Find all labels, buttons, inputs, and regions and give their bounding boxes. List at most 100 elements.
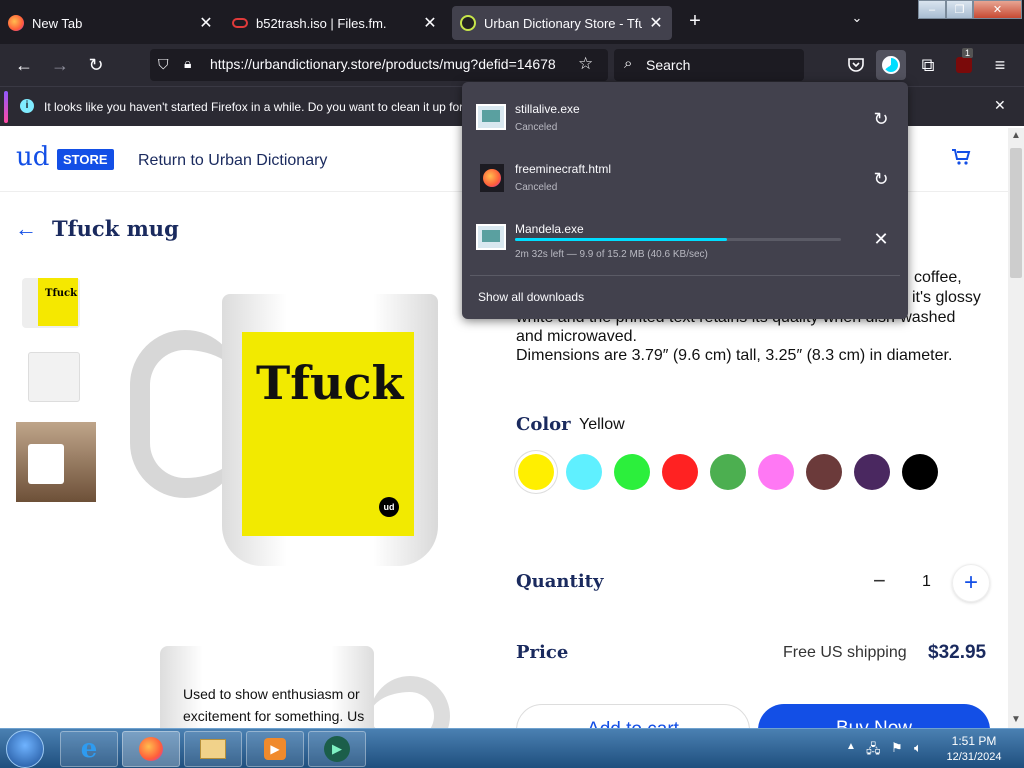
minimize-button[interactable]: –: [918, 0, 946, 19]
tab-bar: New Tab ✕ b52trash.iso | Files.fm. ✕ Urb…: [0, 0, 1024, 44]
download-item[interactable]: stillalive.exe Canceled ↻: [470, 90, 900, 148]
downloads-icon[interactable]: [876, 50, 906, 80]
executable-file-icon: [476, 224, 506, 250]
thumbnail-lifestyle[interactable]: [16, 422, 96, 502]
url-bar[interactable]: ⛉ 🔒︎ https://urbandictionary.store/produ…: [150, 49, 608, 81]
color-value: Yellow: [579, 416, 625, 433]
download-item[interactable]: Mandela.exe 2m 32s left — 9.9 of 15.2 MB…: [470, 210, 900, 268]
taskbar-internet-explorer-icon[interactable]: e: [60, 731, 118, 767]
retry-icon[interactable]: ↻: [870, 108, 892, 130]
secondary-product-image[interactable]: Used to show enthusiasm or excitement fo…: [160, 646, 460, 728]
color-label: Color: [516, 414, 571, 435]
close-icon[interactable]: ✕: [994, 97, 1006, 114]
menu-icon[interactable]: ≡: [987, 52, 1013, 78]
info-icon: i: [20, 99, 34, 113]
scroll-down-icon[interactable]: ▼: [1011, 714, 1021, 725]
volume-muted-icon[interactable]: 🔈︎: [914, 740, 922, 756]
tab-new-tab[interactable]: New Tab ✕: [0, 6, 222, 40]
show-hidden-icons-icon[interactable]: ▲: [846, 741, 856, 752]
search-bar[interactable]: ⌕ Search: [614, 49, 804, 81]
color-swatch[interactable]: [614, 454, 650, 490]
back-arrow-icon[interactable]: ←: [15, 216, 37, 242]
forward-arrow-icon[interactable]: →: [47, 52, 73, 78]
color-swatch[interactable]: [854, 454, 890, 490]
action-center-flag-icon[interactable]: ⚑: [891, 740, 903, 756]
search-icon: ⌕: [624, 55, 633, 72]
cancel-icon[interactable]: ✕: [870, 228, 892, 250]
start-button-windows-icon[interactable]: [6, 730, 44, 768]
color-swatch[interactable]: [662, 454, 698, 490]
extension-badge: 1: [962, 48, 974, 58]
download-name: Mandela.exe: [515, 222, 584, 236]
network-icon[interactable]: 🖧︎: [866, 740, 881, 762]
downloads-panel: stillalive.exe Canceled ↻ freeminecraft.…: [462, 82, 908, 319]
restore-button[interactable]: ❐: [946, 0, 973, 19]
color-swatch[interactable]: [710, 454, 746, 490]
lock-icon[interactable]: 🔒︎: [184, 55, 200, 73]
taskbar-file-explorer-icon[interactable]: [184, 731, 242, 767]
list-tabs-chevron-down-icon[interactable]: ⌄: [846, 10, 868, 32]
store-badge[interactable]: STORE: [57, 149, 114, 170]
close-icon[interactable]: ✕: [648, 13, 664, 33]
scrollbar-thumb[interactable]: [1010, 148, 1022, 278]
reload-icon[interactable]: ↻: [83, 52, 109, 78]
notification-stripe: [4, 91, 8, 123]
search-placeholder: Search: [646, 57, 691, 73]
close-window-button[interactable]: ✕: [973, 0, 1022, 19]
thumbnail-back[interactable]: [18, 342, 90, 410]
divider: [470, 275, 900, 276]
new-tab-button[interactable]: +: [684, 10, 706, 32]
color-swatch[interactable]: [566, 454, 602, 490]
taskbar: e ▶ ▶ ▲ 🖧︎ ⚑ 🔈︎ 1:51 PM 12/31/2024: [0, 728, 1024, 768]
thumb-mug-text: Tfuck: [45, 288, 78, 299]
taskbar-app-icon[interactable]: ▶: [308, 731, 366, 767]
dimensions-text: Dimensions are 3.79″ (9.6 cm) tall, 3.25…: [516, 347, 953, 364]
back-arrow-icon[interactable]: ←: [11, 52, 37, 78]
thumbnail-front[interactable]: Tfuck: [18, 270, 88, 332]
download-progress-fill: [515, 238, 727, 241]
mug-definition-line: Used to show enthusiasm or: [183, 686, 360, 702]
taskbar-media-player-icon[interactable]: ▶: [246, 731, 304, 767]
tab-urban-dictionary[interactable]: Urban Dictionary Store - Tfuck ✕: [452, 6, 672, 40]
cart-icon[interactable]: [951, 148, 971, 172]
shield-icon[interactable]: ⛉: [158, 56, 176, 74]
mug-definition-line: excitement for something. Us: [183, 708, 365, 724]
quantity-label: Quantity: [516, 571, 604, 592]
color-swatch[interactable]: [902, 454, 938, 490]
pocket-icon[interactable]: [843, 52, 869, 78]
download-item[interactable]: freeminecraft.html Canceled ↻: [470, 150, 900, 208]
color-swatch[interactable]: [518, 454, 554, 490]
tab-files-fm[interactable]: b52trash.iso | Files.fm. ✕: [224, 6, 446, 40]
cloud-icon: [232, 18, 248, 28]
scroll-up-icon[interactable]: ▲: [1011, 130, 1021, 141]
download-status: Canceled: [515, 122, 558, 133]
taskbar-firefox-icon[interactable]: [122, 731, 180, 767]
color-swatch[interactable]: [758, 454, 794, 490]
close-icon[interactable]: ✕: [422, 13, 438, 33]
price-value: $32.95: [928, 642, 987, 663]
quantity-minus-button[interactable]: −: [873, 568, 886, 594]
tab-label: b52trash.iso | Files.fm.: [256, 15, 387, 31]
description-text: and microwaved.: [516, 328, 637, 345]
description-text: it's glossy: [912, 289, 981, 306]
color-swatch[interactable]: [806, 454, 842, 490]
quantity-plus-button[interactable]: +: [952, 564, 990, 602]
navigation-bar: ← → ↻ ⛉ 🔒︎ https://urbandictionary.store…: [0, 44, 1024, 86]
mug-ud-logo: ud: [379, 497, 399, 517]
clock-date[interactable]: 12/31/2024: [940, 751, 1008, 763]
add-to-cart-button[interactable]: Add to cart: [516, 704, 750, 728]
return-link[interactable]: Return to Urban Dictionary: [138, 152, 327, 170]
close-icon[interactable]: ✕: [198, 13, 214, 33]
quantity-value[interactable]: 1: [922, 573, 931, 591]
url-text[interactable]: https://urbandictionary.store/products/m…: [210, 56, 570, 72]
retry-icon[interactable]: ↻: [870, 168, 892, 190]
extensions-icon[interactable]: ⧉: [915, 52, 941, 78]
show-all-downloads-link[interactable]: Show all downloads: [478, 290, 584, 304]
buy-now-button[interactable]: Buy Now: [758, 704, 990, 728]
ublock-icon[interactable]: 1: [951, 48, 977, 78]
ud-logo[interactable]: ud: [16, 142, 49, 172]
clock-time[interactable]: 1:51 PM: [944, 734, 1004, 748]
bookmark-star-icon[interactable]: ☆: [578, 54, 598, 74]
page-scrollbar[interactable]: ▲ ▼: [1008, 128, 1024, 728]
main-product-image[interactable]: Tfuck ud: [130, 288, 460, 578]
